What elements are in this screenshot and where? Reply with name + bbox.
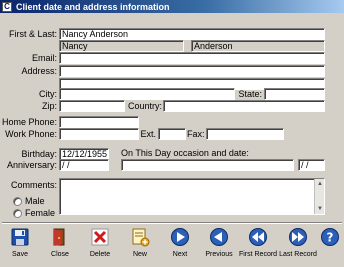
close-label: Close [51,251,69,258]
fax-field[interactable] [206,128,284,140]
scroll-down-icon[interactable]: ▼ [316,205,324,213]
svg-text:?: ? [327,231,334,245]
first-name-field[interactable]: Nancy [59,40,184,52]
full-name-field[interactable]: Nancy Anderson [59,28,325,40]
previous-arrow-icon [208,226,230,248]
first-record-label: First Record [238,251,278,258]
anniversary-label: Anniversary: [6,160,57,170]
zip-field[interactable] [59,100,125,112]
city-field[interactable] [59,88,235,100]
female-radio[interactable]: Female [13,208,55,218]
state-field[interactable] [264,88,325,100]
floppy-disk-icon [9,226,31,248]
anniversary-field[interactable]: / / [59,159,109,171]
save-button[interactable]: Save [0,226,40,264]
close-button[interactable]: Close [40,226,80,264]
fax-label: Fax: [187,129,205,139]
new-button[interactable]: New [120,226,160,264]
title-bar: C Client date and address information [0,0,344,13]
work-phone-field[interactable] [59,128,139,140]
last-name-field[interactable]: Anderson [191,40,325,52]
occasion-label: On This Day occasion and date: [121,148,249,158]
female-label: Female [25,208,56,218]
previous-label: Previous [205,251,233,258]
address-label: Address: [21,66,57,76]
birthday-label: Birthday: [21,149,57,159]
last-record-icon [287,226,309,248]
comments-label: Comments: [10,180,57,190]
country-field[interactable] [163,100,325,112]
window-title: Client date and address information [16,1,170,12]
home-phone-label: Home Phone: [2,117,58,127]
help-question-icon: ? [319,226,341,248]
next-button[interactable]: Next [160,226,200,264]
city-label: City: [39,89,57,99]
next-arrow-icon [169,226,191,248]
male-radio[interactable]: Male [13,196,45,206]
toolbar-divider [2,222,342,224]
home-phone-field[interactable] [59,116,139,128]
zip-label: Zip: [41,101,57,111]
first-last-label: First & Last: [8,29,57,39]
work-phone-label: Work Phone: [5,129,57,139]
email-field[interactable] [59,52,325,64]
first-record-button[interactable]: First Record [238,226,278,264]
next-label: Next [172,251,188,258]
email-label: Email: [31,53,57,63]
comments-scrollbar[interactable]: ▲ ▼ [314,179,324,214]
delete-button[interactable]: Delete [80,226,120,264]
occasion-field[interactable] [121,159,294,171]
previous-button[interactable]: Previous [199,226,239,264]
male-radio-dot[interactable] [13,196,22,206]
red-x-icon [89,226,111,248]
country-label: Country: [128,101,163,111]
scroll-up-icon[interactable]: ▲ [316,180,324,188]
new-label: New [132,251,147,258]
exit-door-icon [49,226,71,248]
ext-label: Ext. [140,129,156,139]
comments-field[interactable]: ▲ ▼ [59,178,325,215]
female-radio-dot[interactable] [13,208,22,218]
male-label: Male [25,196,45,206]
first-record-icon [247,226,269,248]
address-line1-field[interactable] [59,65,325,77]
save-label: Save [12,251,28,258]
ext-field[interactable] [158,128,186,140]
app-icon: C [2,1,12,12]
occasion-date-field[interactable]: / / [298,159,325,171]
help-button[interactable]: ? [310,226,344,264]
state-label: State: [238,89,262,99]
delete-label: Delete [89,251,111,258]
new-record-icon [129,226,151,248]
